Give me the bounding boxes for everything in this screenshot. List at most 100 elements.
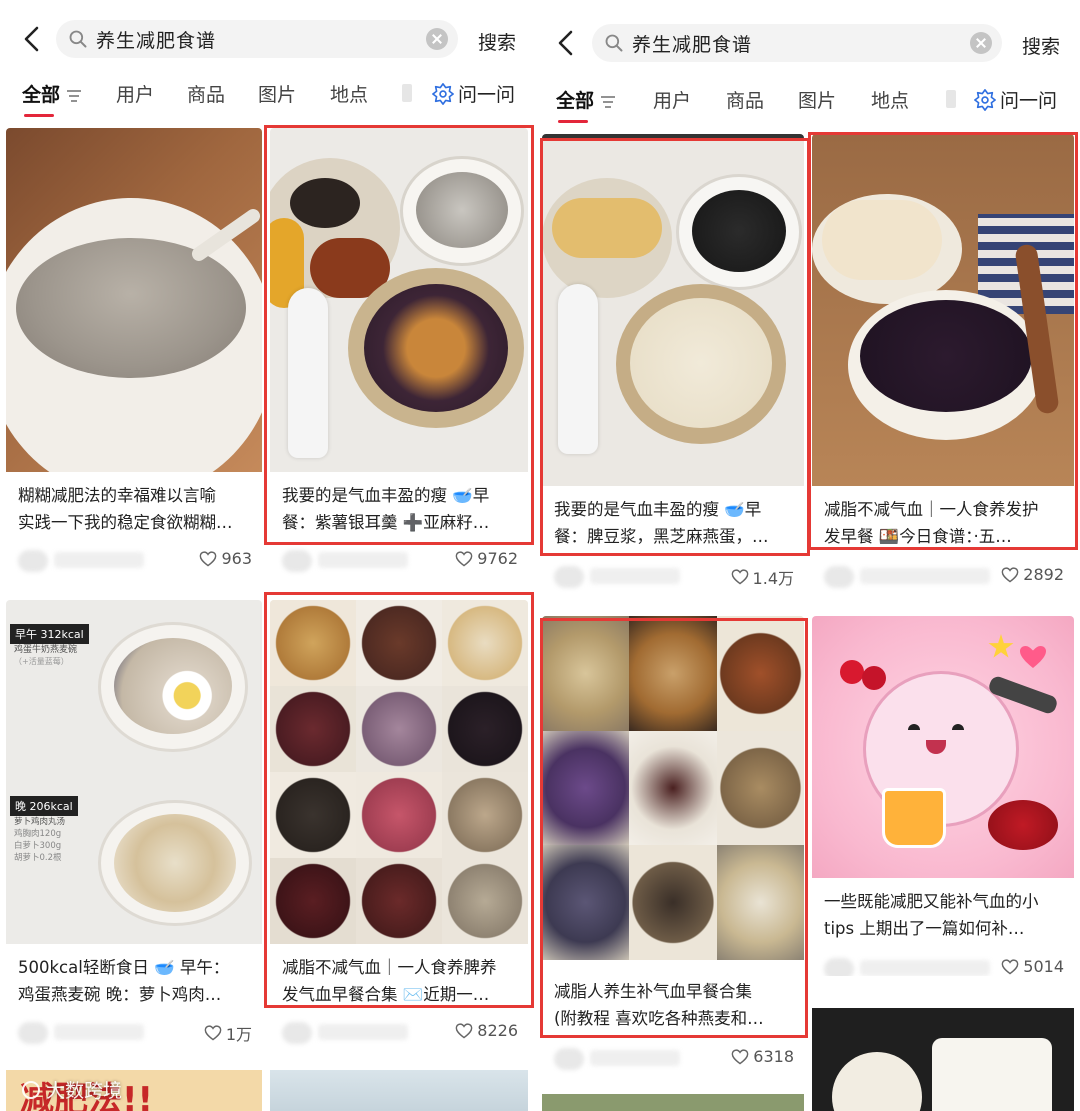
note-image: [542, 616, 804, 960]
note-footer: 1万: [6, 1018, 262, 1048]
heart-icon: [199, 551, 217, 567]
tab-bar: 全部 用户 商品 图片 地点 问一问: [0, 78, 538, 118]
avatar: [554, 1048, 584, 1070]
note-title: 我要的是气血丰盈的瘦 🥣早 餐：脾豆浆，黑芝麻燕蛋，…: [554, 500, 769, 546]
dinner-desc: 萝卜鸡肉丸汤 鸡胸肉120g 白萝卜300g 胡萝卜0.2根: [14, 816, 65, 864]
search-input[interactable]: 养生减肥食谱: [56, 20, 458, 58]
note-title: 减脂不减气血｜一人食养脾养 发气血早餐合集 ✉️近期一…: [282, 958, 497, 1004]
back-arrow-icon[interactable]: [554, 30, 578, 56]
search-icon: [604, 33, 624, 53]
note-card[interactable]: [270, 1070, 528, 1111]
avatar: [824, 958, 854, 976]
tab-images[interactable]: 图片: [798, 86, 836, 113]
soymilk-graphic: [630, 298, 772, 428]
note-footer: 6318: [542, 1044, 804, 1074]
tab-products[interactable]: 商品: [726, 86, 764, 113]
tab-bar: 全部 用户 商品 图片 地点 问一问: [538, 84, 1080, 124]
collage-cell: [442, 772, 528, 858]
note-card[interactable]: 我要的是气血丰盈的瘦 🥣早 餐：紫薯银耳羹 ➕亚麻籽… 9762: [270, 128, 528, 584]
search-button[interactable]: 搜索: [1022, 32, 1060, 59]
like-button[interactable]: 963: [199, 549, 252, 568]
red-bean-soup-graphic: [860, 300, 1032, 412]
note-card[interactable]: 一些既能减肥又能补气血的小 tips 上期出了一篇如何补… 5014: [812, 616, 1074, 976]
note-card[interactable]: 减脂人养生补气血早餐合集 (附教程 喜欢吃各种燕麦和… 6318: [542, 616, 804, 1076]
ask-button[interactable]: 问一问: [974, 86, 1057, 113]
collage-cell: [356, 772, 442, 858]
red-date-icon: [988, 800, 1058, 850]
spoon-graphic: [288, 288, 328, 458]
clear-icon[interactable]: [426, 28, 448, 50]
like-button[interactable]: 1.4万: [731, 565, 794, 589]
like-count: 1万: [225, 1025, 252, 1044]
like-count: 1.4万: [752, 569, 794, 588]
search-icon: [68, 29, 88, 49]
heart-icon: [1001, 567, 1019, 583]
note-card[interactable]: 糊糊减肥法的幸福难以言喻 实践一下我的稳定食欲糊糊… 963: [6, 128, 262, 584]
collage-cell: [442, 600, 528, 686]
avatar: [824, 566, 854, 588]
collage-cell: [716, 730, 804, 846]
tab-users[interactable]: 用户: [116, 80, 154, 107]
avatar: [282, 550, 312, 572]
collage-cell: [270, 858, 356, 944]
like-button[interactable]: 5014: [1001, 957, 1064, 976]
search-button[interactable]: 搜索: [478, 28, 516, 55]
lunch-kcal: 312kcal: [40, 628, 84, 641]
tab-all[interactable]: 全部: [556, 86, 616, 123]
tab-users[interactable]: 用户: [653, 86, 691, 113]
back-arrow-icon[interactable]: [20, 26, 44, 52]
ask-button[interactable]: 问一问: [432, 80, 515, 107]
sesame-drink-graphic: [416, 172, 508, 248]
porridge-graphic: [16, 238, 246, 378]
star-icon: [988, 634, 1014, 658]
note-footer: 1.4万: [542, 562, 804, 592]
right-screenshot: 养生减肥食谱 搜索 全部 用户 商品 图片 地点 问一问 我要的是气血丰盈的瘦 …: [538, 0, 1080, 1111]
like-button[interactable]: 6318: [731, 1047, 794, 1066]
author-name: [54, 552, 144, 568]
search-input[interactable]: 养生减肥食谱: [592, 24, 1002, 62]
tab-images[interactable]: 图片: [258, 80, 296, 107]
note-title: 糊糊减肥法的幸福难以言喻 实践一下我的稳定食欲糊糊…: [18, 486, 233, 532]
like-count: 6318: [753, 1047, 794, 1066]
author-name: [860, 960, 990, 976]
like-button[interactable]: 1万: [204, 1021, 252, 1045]
author-name: [54, 1024, 144, 1040]
character-eye: [952, 724, 964, 730]
collage-grid: [270, 600, 528, 944]
collage-cell: [542, 845, 630, 960]
collage-cell: [629, 616, 717, 731]
like-button[interactable]: 8226: [455, 1021, 518, 1040]
note-card[interactable]: 我要的是气血丰盈的瘦 🥣早 餐：脾豆浆，黑芝麻燕蛋，… 1.4万: [542, 134, 804, 594]
dinner-sub: 萝卜鸡肉丸汤: [14, 817, 66, 827]
author-name: [590, 1050, 680, 1066]
note-card[interactable]: [812, 1008, 1074, 1111]
note-card[interactable]: 早午 312kcal 鸡蛋牛奶燕麦碗 （+活量蓝莓） 晚 206kcal 萝卜鸡肉…: [6, 600, 262, 1056]
clear-icon[interactable]: [970, 32, 992, 54]
collage-cell: [442, 686, 528, 772]
note-card[interactable]: [542, 1094, 804, 1111]
ask-label: 问一问: [458, 84, 516, 106]
note-card[interactable]: 减脂不减气血｜一人食养脾养 发气血早餐合集 ✉️近期一… 8226: [270, 600, 528, 1056]
tab-products[interactable]: 商品: [187, 80, 225, 107]
like-button[interactable]: 9762: [455, 549, 518, 568]
collage-cell: [629, 845, 717, 960]
tab-all[interactable]: 全部: [22, 80, 82, 117]
tea-cup-icon: [882, 788, 946, 848]
like-button[interactable]: 2892: [1001, 565, 1064, 584]
note-image: [270, 128, 528, 472]
tofu-graphic: [932, 1038, 1052, 1111]
filter-icon[interactable]: [66, 89, 82, 103]
watermark: 大数跨境: [22, 1076, 122, 1103]
note-card[interactable]: 减脂不减气血｜一人食养发护 发早餐 🍱今日食谱：·五… 2892: [812, 134, 1074, 594]
note-footer: 5014: [812, 954, 1074, 976]
lunch-sub2: （+活量蓝莓）: [14, 657, 69, 666]
avatar: [282, 1022, 312, 1044]
author-name: [318, 552, 408, 568]
tab-places[interactable]: 地点: [871, 86, 909, 113]
filter-icon[interactable]: [600, 95, 616, 109]
lunch-sub: 鸡蛋牛奶燕麦碗: [14, 645, 78, 655]
note-title: 一些既能减肥又能补气血的小 tips 上期出了一篇如何补…: [824, 892, 1039, 938]
tab-places[interactable]: 地点: [330, 80, 368, 107]
author-name: [860, 568, 990, 584]
heart-icon: [731, 569, 749, 585]
